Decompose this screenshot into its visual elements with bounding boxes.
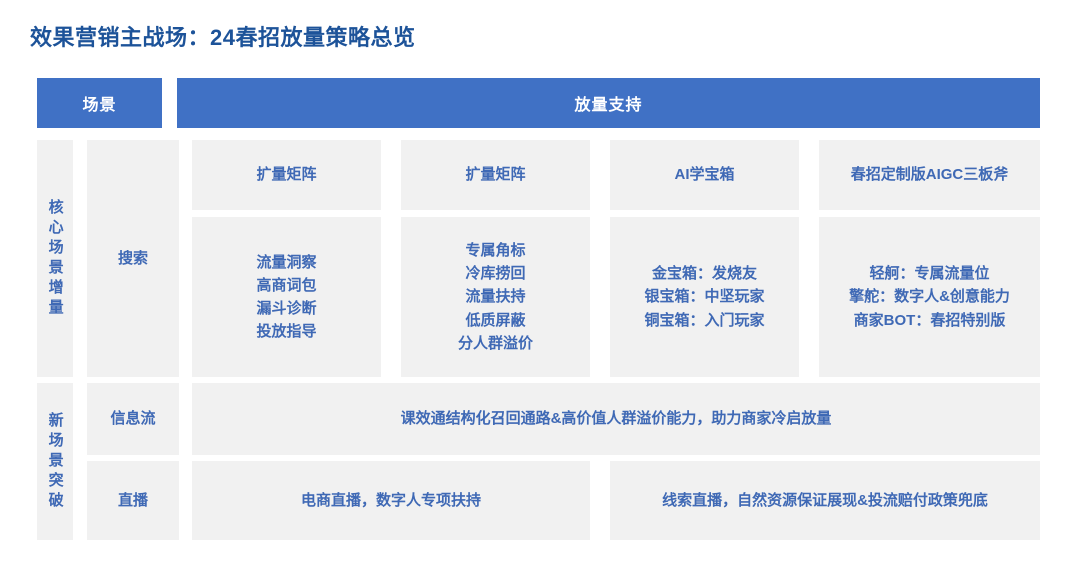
header-cell-support: 放量支持 — [177, 78, 1040, 128]
table-header-row: 场景 放量支持 — [37, 78, 1040, 128]
core-column-4-title: 春招定制版AIGC三板斧 — [819, 140, 1040, 210]
core-column-2-title: 扩量矩阵 — [401, 140, 590, 210]
slide-canvas: 效果营销主战场：24春招放量策略总览 场景 放量支持 核心场景增量 新场景突破 … — [0, 0, 1080, 564]
channel-label-live: 直播 — [87, 461, 179, 540]
core-column-1-title: 扩量矩阵 — [192, 140, 381, 210]
core-column-4-body: 轻舸：专属流量位 擎舵：数字人&创意能力 商家BOT：春招特别版 — [819, 217, 1040, 377]
core-column-3-title: AI学宝箱 — [610, 140, 799, 210]
channel-label-feed: 信息流 — [87, 383, 179, 455]
header-cell-scene: 场景 — [37, 78, 162, 128]
group-label-new-scene: 新场景突破 — [37, 383, 73, 540]
channel-label-search: 搜索 — [87, 140, 179, 377]
core-column-2-body: 专属角标 冷库捞回 流量扶持 低质屏蔽 分人群溢价 — [401, 217, 590, 377]
feed-row-content: 课效通结构化召回通路&高价值人群溢价能力，助力商家冷启放量 — [192, 383, 1040, 455]
table-body: 核心场景增量 新场景突破 搜索 信息流 直播 扩量矩阵 流量洞察 高商词包 漏斗… — [37, 140, 1040, 540]
page-title: 效果营销主战场：24春招放量策略总览 — [30, 25, 416, 50]
live-row-content-left: 电商直播，数字人专项扶持 — [192, 461, 590, 540]
live-row-content-right: 线索直播，自然资源保证展现&投流赔付政策兜底 — [610, 461, 1040, 540]
core-column-3-body: 金宝箱：发烧友 银宝箱：中坚玩家 铜宝箱：入门玩家 — [610, 217, 799, 377]
group-label-core-scene: 核心场景增量 — [37, 140, 73, 377]
core-column-1-body: 流量洞察 高商词包 漏斗诊断 投放指导 — [192, 217, 381, 377]
